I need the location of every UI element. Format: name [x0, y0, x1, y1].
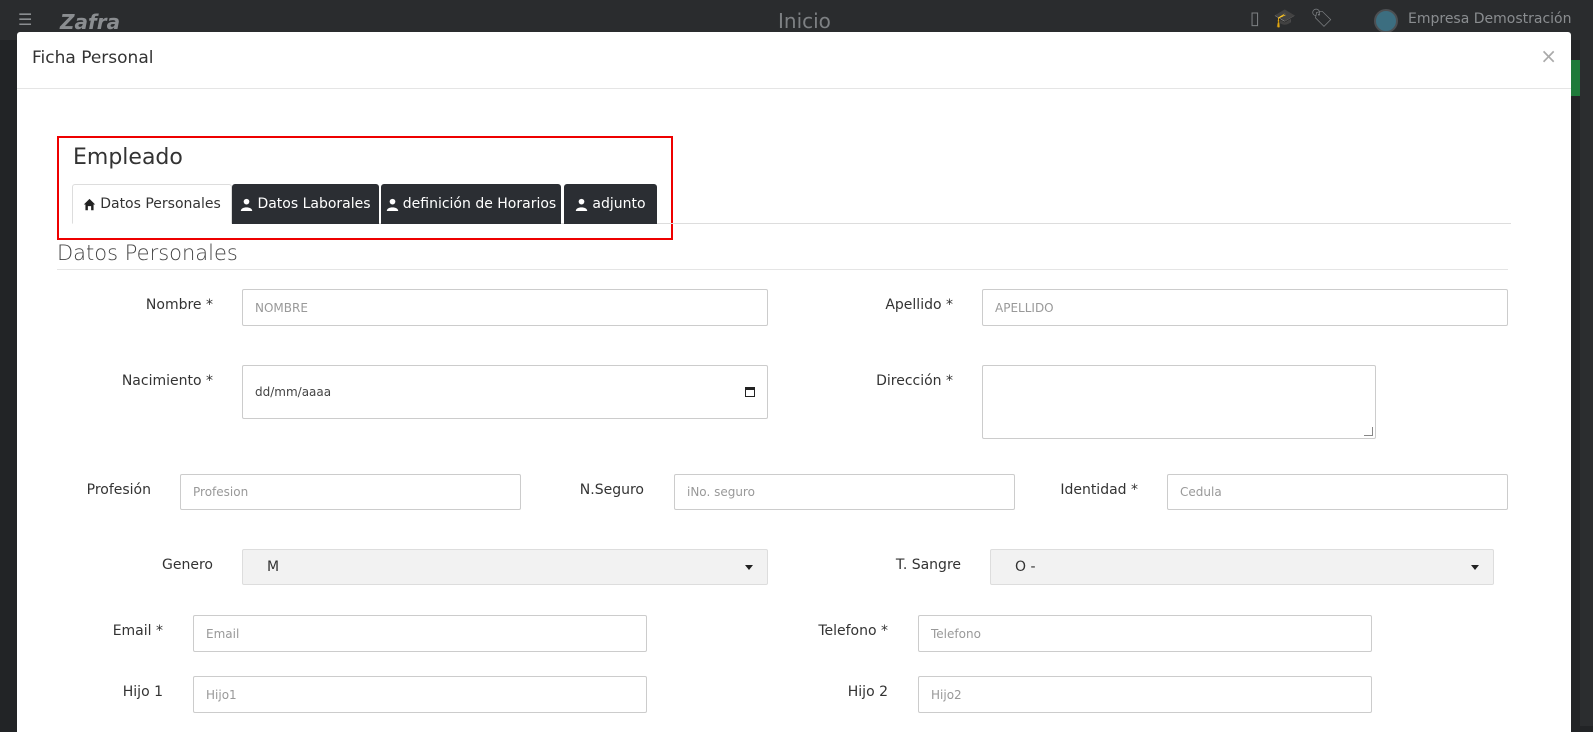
topbar-icons: ▯ 🎓 🏷: [1250, 8, 1333, 29]
identidad-label: Identidad *: [1060, 482, 1138, 498]
tab-label: adjunto: [592, 196, 646, 212]
sangre-select[interactable]: O -: [990, 549, 1494, 585]
telefono-input[interactable]: Telefono: [918, 615, 1372, 652]
hijo1-label: Hijo 1: [122, 684, 163, 700]
section-title: Datos Personales: [57, 241, 238, 265]
hijo2-label: Hijo 2: [847, 684, 888, 700]
genero-value: M: [267, 559, 280, 575]
user-icon: [576, 198, 588, 211]
nacimiento-label: Nacimiento *: [121, 373, 213, 389]
modal-header: Ficha Personal ×: [17, 32, 1571, 89]
company-dropdown[interactable]: Empresa Demostración: [1408, 11, 1572, 27]
telefono-label: Telefono *: [818, 623, 888, 639]
user-icon: [386, 198, 398, 211]
apellido-label: Apellido *: [885, 297, 953, 313]
nacimiento-date-input[interactable]: dd/mm/aaaa: [242, 365, 768, 419]
tab-definicion-horarios[interactable]: definición de Horarios: [381, 184, 561, 224]
user-icon: [241, 198, 253, 211]
section-divider: [57, 269, 1508, 270]
identidad-input[interactable]: Cedula: [1167, 474, 1508, 510]
page-scrollbar[interactable]: [1580, 40, 1593, 726]
tab-label: Datos Personales: [100, 196, 221, 212]
nseguro-label: N.Seguro: [579, 482, 644, 498]
close-icon[interactable]: ×: [1540, 44, 1557, 68]
ficha-personal-modal: Ficha Personal × Empleado Datos Personal…: [17, 32, 1571, 732]
nombre-label: Nombre *: [145, 297, 213, 313]
app-logo: Zafra: [60, 10, 121, 34]
tab-label: definición de Horarios: [402, 196, 557, 212]
profesion-input[interactable]: Profesion: [180, 474, 521, 510]
page-title: Inicio: [778, 9, 831, 33]
tab-datos-personales[interactable]: Datos Personales: [72, 184, 232, 224]
sangre-label: T. Sangre: [895, 557, 961, 573]
home-icon: [84, 198, 96, 210]
calendar-icon[interactable]: [745, 387, 755, 397]
direccion-label: Dirección *: [876, 373, 953, 389]
tab-datos-laborales[interactable]: Datos Laborales: [232, 184, 379, 224]
resize-handle-icon[interactable]: [1364, 427, 1373, 436]
direccion-textarea[interactable]: [982, 365, 1376, 439]
modal-title: Ficha Personal: [32, 48, 154, 68]
avatar[interactable]: [1374, 9, 1398, 33]
nombre-input[interactable]: NOMBRE: [242, 289, 768, 326]
tags-icon[interactable]: 🏷: [1310, 8, 1333, 29]
chevron-down-icon: [1471, 564, 1479, 570]
genero-select[interactable]: M: [242, 549, 768, 585]
sangre-value: O -: [1015, 559, 1036, 575]
hijo2-input[interactable]: Hijo2: [918, 676, 1372, 713]
date-placeholder: dd/mm/aaaa: [255, 385, 332, 399]
employee-heading: Empleado: [73, 145, 183, 170]
menu-icon[interactable]: ☰: [18, 10, 32, 29]
nseguro-input[interactable]: iNo. seguro: [674, 474, 1015, 510]
genero-label: Genero: [162, 557, 213, 573]
profesion-label: Profesión: [86, 482, 151, 498]
graduation-cap-icon[interactable]: 🎓: [1274, 8, 1296, 29]
chevron-down-icon: [745, 564, 753, 570]
tab-label: Datos Laborales: [257, 196, 371, 212]
tab-adjunto[interactable]: adjunto: [564, 184, 657, 224]
email-label: Email *: [112, 623, 163, 639]
apellido-input[interactable]: APELLIDO: [982, 289, 1508, 326]
mobile-icon[interactable]: ▯: [1250, 8, 1260, 29]
hijo1-input[interactable]: Hijo1: [193, 676, 647, 713]
email-input[interactable]: Email: [193, 615, 647, 652]
